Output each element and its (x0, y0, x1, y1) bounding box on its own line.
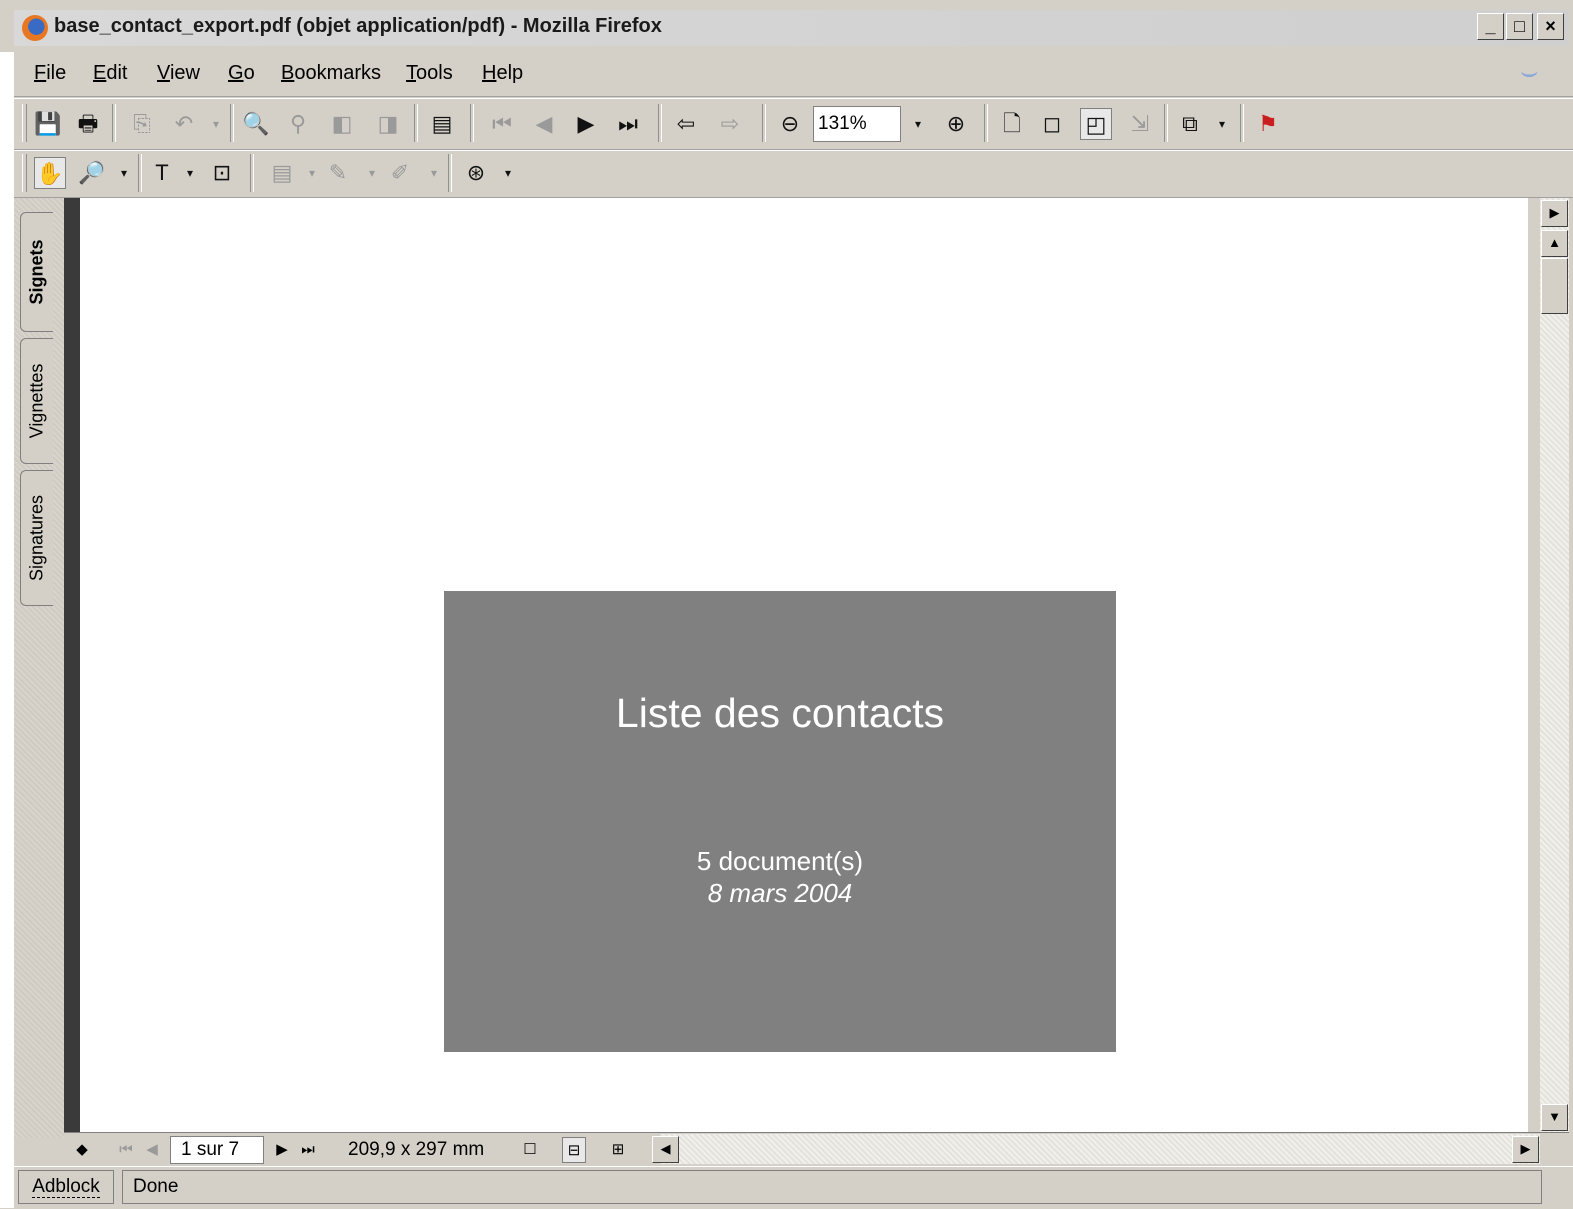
fit-page-icon[interactable]: ◻ (1036, 108, 1068, 140)
next-view-icon[interactable]: ⇨ (714, 108, 746, 140)
toolbar-separator (230, 104, 234, 142)
toolbar-grip (22, 104, 27, 142)
fit-width-icon[interactable]: ◰ (1080, 108, 1112, 140)
menu-help[interactable]: Help (482, 62, 523, 85)
expand-pane-icon[interactable]: ▶ (1541, 200, 1568, 227)
adobe-reader-icon[interactable]: ⚑ (1252, 108, 1284, 140)
horizontal-scrollbar[interactable] (660, 1134, 1540, 1164)
toggle-pane-icon[interactable]: ◆ (70, 1137, 94, 1163)
zoom-input[interactable]: 131% (813, 106, 901, 142)
document-title: Liste des contacts (615, 690, 945, 736)
toolbar-separator (470, 104, 474, 142)
save-icon[interactable]: 💾 (32, 108, 64, 140)
toolbar-grip (22, 154, 27, 192)
highlighter-icon[interactable]: ✐ (384, 157, 416, 189)
previous-page-icon[interactable]: ◀ (528, 108, 560, 140)
status-text: Done (122, 1170, 1542, 1204)
tools-toolbar (14, 150, 1573, 198)
minimize-button[interactable]: _ (1477, 13, 1504, 40)
undo-dropdown-icon[interactable]: ▾ (200, 108, 232, 140)
zoom-tool-dropdown-icon[interactable]: ▾ (108, 157, 140, 189)
toolbar-separator (250, 154, 254, 192)
menu-file[interactable]: File (34, 62, 66, 85)
adblock-button[interactable]: Adblock (18, 1170, 114, 1204)
nav-last-page-icon[interactable]: ⏭ (296, 1137, 320, 1163)
scroll-left-icon[interactable]: ◀ (652, 1136, 679, 1163)
menu-go[interactable]: Go (228, 62, 255, 85)
toolbar-separator (112, 104, 116, 142)
vertical-scrollbar[interactable] (1540, 198, 1569, 1138)
cover-block (444, 591, 1116, 1052)
previous-result-icon[interactable]: ◧ (326, 108, 358, 140)
next-result-icon[interactable]: ◨ (372, 108, 404, 140)
vertical-scroll-thumb[interactable] (1541, 258, 1568, 314)
last-page-icon[interactable]: ⏭ (612, 108, 644, 140)
document-date: 8 mars 2004 (707, 878, 853, 908)
search-icon[interactable]: ⚲ (282, 108, 314, 140)
zoom-in-icon[interactable]: ⊕ (940, 108, 972, 140)
menu-bookmarks[interactable]: Bookmarks (281, 62, 381, 85)
next-page-icon[interactable]: ▶ (570, 108, 602, 140)
find-icon[interactable]: 🔍 (240, 108, 272, 140)
toolbar-separator (1240, 104, 1244, 142)
zoom-tool-icon[interactable]: 🔎 (76, 157, 108, 189)
rotate-dropdown-icon[interactable]: ▾ (1206, 108, 1238, 140)
first-page-icon[interactable]: ⏮ (486, 108, 518, 140)
scroll-right-icon[interactable]: ▶ (1512, 1136, 1539, 1163)
throbber-icon: ⌣ (1520, 56, 1539, 87)
pencil-icon[interactable]: ✎ (322, 157, 354, 189)
zoom-dropdown-icon[interactable]: ▾ (902, 108, 934, 140)
page-number-input[interactable]: 1 sur 7 (170, 1136, 264, 1164)
menu-edit[interactable]: Edit (93, 62, 127, 85)
toolbar-separator (138, 154, 142, 192)
tab-vignettes[interactable]: Vignettes (20, 338, 53, 464)
highlighter-dropdown-icon[interactable]: ▾ (418, 157, 450, 189)
toolbar-separator (1164, 104, 1168, 142)
print-icon[interactable]: 🖶 (72, 108, 104, 140)
single-page-icon[interactable]: ☐ (518, 1137, 542, 1163)
snapshot-icon[interactable]: ⊡ (206, 157, 238, 189)
rotate-view-icon[interactable]: ⧉ (1174, 108, 1206, 140)
scroll-up-icon[interactable]: ▲ (1541, 230, 1568, 257)
close-button[interactable]: × (1537, 13, 1564, 40)
navigation-pane-icon[interactable]: ▤ (426, 108, 458, 140)
internet-tools-dropdown-icon[interactable]: ▾ (492, 157, 524, 189)
toolbar-separator (448, 154, 452, 192)
window-edge (0, 0, 14, 1208)
text-select-dropdown-icon[interactable]: ▾ (174, 157, 206, 189)
undo-icon[interactable]: ↶ (168, 108, 200, 140)
previous-view-icon[interactable]: ⇦ (670, 108, 702, 140)
internet-tools-icon[interactable]: ⊛ (460, 157, 492, 189)
toolbar-separator (762, 104, 766, 142)
nav-next-page-icon[interactable]: ▶ (270, 1137, 294, 1163)
tab-signets[interactable]: Signets (20, 212, 53, 332)
tab-signatures[interactable]: Signatures (20, 470, 53, 606)
maximize-button[interactable]: □ (1506, 13, 1533, 40)
menu-view[interactable]: View (157, 62, 200, 85)
nav-previous-page-icon[interactable]: ◀ (140, 1137, 164, 1163)
continuous-icon[interactable]: ⊟ (562, 1137, 586, 1163)
nav-first-page-icon[interactable]: ⏮ (114, 1137, 138, 1163)
zoom-out-icon[interactable]: ⊖ (774, 108, 806, 140)
toolbar-separator (414, 104, 418, 142)
toolbar-separator (658, 104, 662, 142)
fit-visible-icon[interactable]: ⇲ (1124, 108, 1156, 140)
continuous-facing-icon[interactable]: ⊞ (606, 1137, 630, 1163)
window-title: base_contact_export.pdf (objet applicati… (54, 15, 662, 37)
firefox-logo-icon (22, 15, 48, 41)
hand-tool-icon[interactable]: ✋ (34, 157, 66, 189)
actual-size-icon[interactable]: 🗋 (996, 108, 1028, 140)
copy-icon[interactable]: ⎘ (126, 108, 158, 140)
note-icon[interactable]: ▤ (266, 157, 298, 189)
page-size-label: 209,9 x 297 mm (348, 1139, 485, 1160)
scroll-down-icon[interactable]: ▼ (1541, 1104, 1568, 1131)
menu-tools[interactable]: Tools (406, 62, 453, 85)
toolbar-separator (984, 104, 988, 142)
document-count: 5 document(s) (696, 846, 864, 876)
